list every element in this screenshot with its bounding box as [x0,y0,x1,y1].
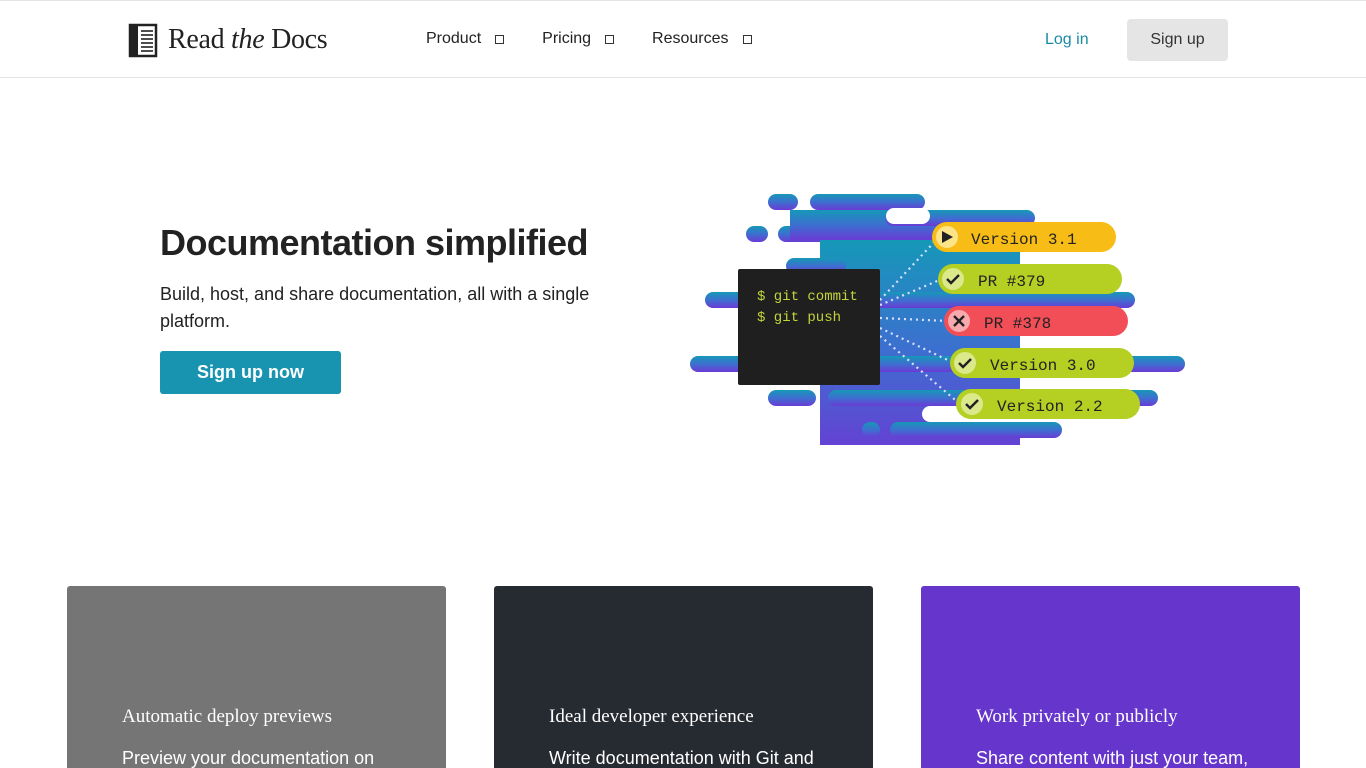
nav-item-resources[interactable]: Resources [652,30,752,48]
terminal-line: $ git commit [757,289,858,305]
build-label: PR #379 [978,273,1045,291]
build-pill: Version 3.1 [932,222,1116,252]
nav-item-label: Product [426,30,482,47]
card-description: Preview your documentation on [122,748,375,768]
build-label: Version 3.1 [971,231,1077,249]
site-header: Read the Docs Product Pricing Resources … [0,0,1366,78]
build-label: Version 2.2 [997,398,1103,416]
card-title: Automatic deploy previews [122,706,333,727]
terminal-window [738,269,880,385]
signup-button[interactable]: Sign up [1127,19,1228,61]
book-icon [128,23,158,58]
site-logo[interactable]: Read the Docs [128,21,328,59]
build-pill: PR #378 [944,306,1128,336]
login-link[interactable]: Log in [1045,31,1089,49]
build-pill: Version 3.0 [950,348,1134,378]
card-title: Work privately or publicly [976,706,1178,727]
feature-card-deploy-previews[interactable]: Automatic deploy previews Preview your d… [67,586,446,768]
card-description: Share content with just your team, [976,748,1249,768]
dropdown-icon [605,34,615,44]
dropdown-icon [742,34,752,44]
hero-title: Documentation simplified [160,222,589,263]
card-title: Ideal developer experience [549,706,754,727]
feature-card-developer-experience[interactable]: Ideal developer experience Write documen… [494,586,873,768]
hero-subtitle: Build, host, and share documentation, al… [160,284,590,331]
terminal-line: $ git push [757,310,841,326]
nav-item-label: Resources [652,30,729,47]
feature-card-private-public[interactable]: Work privately or publicly Share content… [921,586,1300,768]
dropdown-icon [495,34,505,44]
signup-now-button[interactable]: Sign up now [160,351,341,394]
nav-item-pricing[interactable]: Pricing [542,30,615,48]
build-pill: PR #379 [938,264,1122,294]
nav-item-product[interactable]: Product [426,30,505,48]
build-label: PR #378 [984,315,1051,333]
card-description: Write documentation with Git and [549,748,814,768]
build-pill: Version 2.2 [956,389,1140,419]
logo-text: Read the Docs [168,24,328,55]
build-illustration: $ git commit $ git push Version 3.1 PR #… [690,194,1185,445]
build-label: Version 3.0 [990,357,1096,375]
nav-item-label: Pricing [542,30,592,47]
main-nav: Product Pricing Resources [426,30,790,48]
